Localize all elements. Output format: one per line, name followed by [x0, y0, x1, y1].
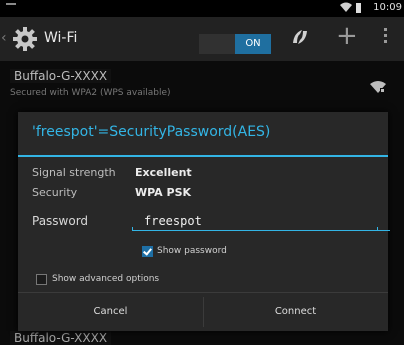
signal-strength-label: Signal strength — [32, 166, 116, 179]
gear-icon[interactable] — [11, 25, 39, 53]
page-title: Wi-Fi — [44, 30, 78, 46]
network-security-summary: Secured with WPA2 (WPS available) — [10, 88, 171, 98]
network-ssid: Buffalo-G-XXXX — [10, 331, 112, 345]
wifi-connect-dialog: 'freespot'=SecurityPassword(AES) Signal … — [18, 112, 390, 331]
show-advanced-label[interactable]: Show advanced options — [52, 274, 159, 284]
plus-icon[interactable]: + — [336, 23, 358, 49]
overflow-menu-icon[interactable] — [384, 28, 387, 46]
show-advanced-checkbox[interactable] — [36, 274, 47, 285]
status-bar: 10:09 — [0, 0, 404, 17]
back-caret-icon[interactable]: ‹ — [1, 30, 7, 46]
network-list-item[interactable]: Buffalo-G-XXXX Secured with WPA2 (WPS av… — [0, 69, 404, 109]
android-screen: 10:09 ‹ Wi-Fi ON + Buffalo-G-XXXX Secure… — [0, 0, 404, 345]
wifi-toggle[interactable]: ON — [199, 34, 271, 54]
notification-icon — [6, 3, 16, 11]
password-label: Password — [32, 214, 89, 228]
dialog-title-divider — [18, 155, 388, 157]
locked-wifi-signal-icon — [370, 81, 386, 93]
wifi-signal-icon — [340, 2, 352, 15]
network-list-item[interactable]: Buffalo-G-XXXX — [0, 331, 404, 345]
wps-icon[interactable] — [288, 25, 312, 49]
clock-time: 10:09 — [373, 2, 402, 13]
cancel-button[interactable]: Cancel — [18, 293, 203, 331]
password-input-underline — [132, 212, 378, 231]
security-value: WPA PSK — [135, 186, 192, 199]
dialog-title: 'freespot'=SecurityPassword(AES) — [32, 124, 271, 140]
battery-icon — [356, 3, 361, 13]
show-password-checkbox[interactable] — [142, 246, 153, 257]
show-password-label[interactable]: Show password — [157, 246, 227, 256]
security-label: Security — [32, 186, 78, 199]
network-ssid: Buffalo-G-XXXX — [10, 69, 112, 83]
wifi-toggle-on-label: ON — [235, 34, 271, 54]
connect-button[interactable]: Connect — [203, 293, 388, 331]
signal-strength-value: Excellent — [135, 166, 192, 179]
action-bar: ‹ Wi-Fi ON + — [0, 17, 404, 61]
